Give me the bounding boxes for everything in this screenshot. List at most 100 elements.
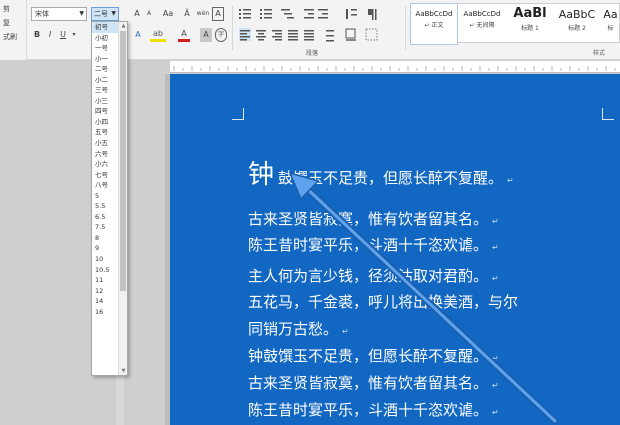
shading-icon[interactable] [345, 28, 356, 41]
poem-line: 同销万古愁。 ↵ [248, 320, 349, 338]
font-size-option[interactable]: 8 [92, 233, 118, 244]
chevron-down-icon[interactable]: ▼ [111, 8, 116, 20]
document-page[interactable]: 钟鼓馔玉不足贵，但愿长醉不复醒。 ↵ 古来圣贤皆寂寞，惟有饮者留其名。 ↵ 陈王昔时… [170, 74, 620, 425]
character-border-button[interactable]: A [212, 7, 224, 21]
italic-button[interactable]: I [45, 28, 55, 42]
font-size-option[interactable]: 小一 [92, 54, 118, 65]
paragraph-mark: ↵ [342, 327, 349, 336]
paragraph-toolbar [239, 9, 378, 42]
poem-line: 五花马，千金裘，呼儿将出换美酒，与尔 [248, 293, 519, 311]
numbering-icon[interactable] [260, 9, 272, 19]
poem-line: 钟鼓馔玉不足贵，但愿长醉不复醒。 ↵ [248, 154, 514, 191]
paragraph-mark: ↵ [492, 408, 499, 417]
font-size-option[interactable]: 七号 [92, 170, 118, 181]
font-size-option[interactable]: 小六 [92, 159, 118, 170]
font-size-option[interactable]: 10.5 [92, 265, 118, 276]
margin-corner-mark [232, 108, 244, 120]
style-heading-1[interactable]: AaBl 标题 1 [507, 4, 553, 44]
poem-line: 钟鼓馔玉不足贵，但愿长醉不复醒。 ↵ [248, 347, 499, 365]
margin-corner-mark [602, 108, 614, 120]
divider [405, 6, 406, 50]
font-name-select[interactable]: 宋体 ▼ [31, 7, 87, 21]
font-size-option[interactable]: 一号 [92, 43, 118, 54]
font-size-value: 二号 [94, 10, 108, 18]
sort-icon[interactable] [346, 9, 357, 19]
show-marks-icon[interactable] [368, 9, 377, 20]
horizontal-ruler[interactable] [170, 61, 620, 73]
paragraph-mark: ↵ [492, 217, 499, 226]
font-size-option[interactable]: 小四 [92, 117, 118, 128]
line-spacing-icon[interactable] [326, 30, 334, 42]
font-size-option[interactable]: 五号 [92, 127, 118, 138]
paragraph-mark: ↵ [492, 243, 499, 252]
underline-button[interactable]: U [58, 28, 68, 42]
font-size-option[interactable]: 小三 [92, 96, 118, 107]
font-size-option[interactable]: 八号 [92, 180, 118, 191]
character-shading-button[interactable]: A [200, 28, 212, 42]
clear-format-button[interactable]: Ȁ [181, 7, 193, 21]
increase-indent-icon[interactable] [318, 9, 328, 19]
poem-line: 陈王昔时宴平乐，斗酒十千恣欢谑。 ↵ [248, 236, 499, 254]
styles-gallery: AaBbCcDd ↵ 正文 AaBbCcDd ↵ 无间隔 AaBl 标题 1 A… [410, 3, 620, 45]
scroll-down-icon[interactable]: ▼ [119, 368, 128, 374]
font-size-option[interactable]: 12 [92, 286, 118, 297]
style-normal[interactable]: AaBbCcDd ↵ 正文 [410, 3, 458, 45]
font-size-select[interactable]: 二号 ▼ [91, 7, 119, 21]
dropdown-scrollbar[interactable]: ▲ ▼ [118, 22, 127, 375]
enclose-character-button[interactable]: 字 [215, 28, 227, 42]
phonetic-guide-button[interactable]: wén [196, 7, 210, 21]
font-size-option[interactable]: 初号 [92, 22, 118, 33]
style-title[interactable]: Aa 标 [601, 4, 620, 44]
font-color-button[interactable]: A [178, 28, 190, 42]
font-size-option[interactable]: 小五 [92, 138, 118, 149]
poem-line: 陈王昔时宴平乐，斗酒十千恣欢谑。 ↵ [248, 401, 499, 419]
scroll-up-icon[interactable]: ▲ [119, 23, 128, 29]
font-size-option[interactable]: 二号 [92, 64, 118, 75]
font-size-option[interactable]: 10 [92, 254, 118, 265]
align-right-icon[interactable] [272, 30, 282, 41]
chevron-down-icon[interactable]: ▾ [70, 28, 78, 42]
copy-button[interactable]: 复 [3, 18, 10, 28]
bold-button[interactable]: B [32, 28, 42, 42]
font-size-option[interactable]: 11 [92, 275, 118, 286]
change-case-button[interactable]: Aa [160, 7, 176, 21]
decrease-indent-icon[interactable] [304, 9, 314, 19]
font-name-value: 宋体 [35, 10, 49, 18]
font-size-option[interactable]: 小二 [92, 75, 118, 86]
poem-line: 主人何为言少钱，径须沽取对君酌。 ↵ [248, 267, 499, 285]
chevron-down-icon[interactable]: ▼ [79, 8, 84, 20]
poem-line: 古来圣贤皆寂寞，惟有饮者留其名。 ↵ [248, 374, 499, 392]
font-size-option[interactable]: 5.5 [92, 201, 118, 212]
bullets-icon[interactable] [239, 9, 251, 19]
styles-group-label: 样式 [593, 50, 606, 57]
borders-icon[interactable] [365, 28, 378, 41]
highlight-button[interactable]: ab [150, 28, 166, 42]
justify-icon[interactable] [288, 30, 298, 41]
format-painter-button[interactable]: 式刷 [3, 32, 17, 42]
style-heading-2[interactable]: AaBbC 标题 2 [555, 4, 599, 44]
font-size-option[interactable]: 六号 [92, 149, 118, 160]
style-no-spacing[interactable]: AaBbCcDd ↵ 无间隔 [459, 4, 505, 44]
font-size-option[interactable]: 三号 [92, 85, 118, 96]
text-effect-button[interactable]: A [131, 28, 145, 42]
paragraph-mark: ↵ [492, 381, 499, 390]
font-size-option[interactable]: 6.5 [92, 212, 118, 223]
font-size-option[interactable]: 四号 [92, 106, 118, 117]
font-size-option[interactable]: 14 [92, 296, 118, 307]
distributed-icon[interactable] [304, 30, 314, 41]
font-size-option[interactable]: 16 [92, 307, 118, 318]
cut-button[interactable]: 剪 [3, 4, 10, 14]
scrollbar-thumb[interactable] [120, 31, 126, 291]
font-size-option[interactable]: 5 [92, 191, 118, 202]
font-size-option[interactable]: 9 [92, 243, 118, 254]
poem-line-text: 鼓馔玉不足贵，但愿长醉不复醒。 [278, 169, 504, 187]
font-size-dropdown[interactable]: 初号 小初 一号 小一 二号 小二 三号 小三 四号 小四 五号 小五 六号 小六 七号 八号 5 5.5 6.5 7… [91, 21, 128, 376]
shrink-font-button[interactable]: A [143, 7, 155, 21]
multilevel-list-icon[interactable] [281, 9, 294, 19]
font-size-option[interactable]: 小初 [92, 33, 118, 44]
grow-font-button[interactable]: A [131, 7, 143, 21]
divider [232, 6, 233, 50]
font-size-option[interactable]: 7.5 [92, 222, 118, 233]
align-center-icon[interactable] [256, 30, 266, 41]
align-left-icon[interactable] [239, 28, 251, 41]
